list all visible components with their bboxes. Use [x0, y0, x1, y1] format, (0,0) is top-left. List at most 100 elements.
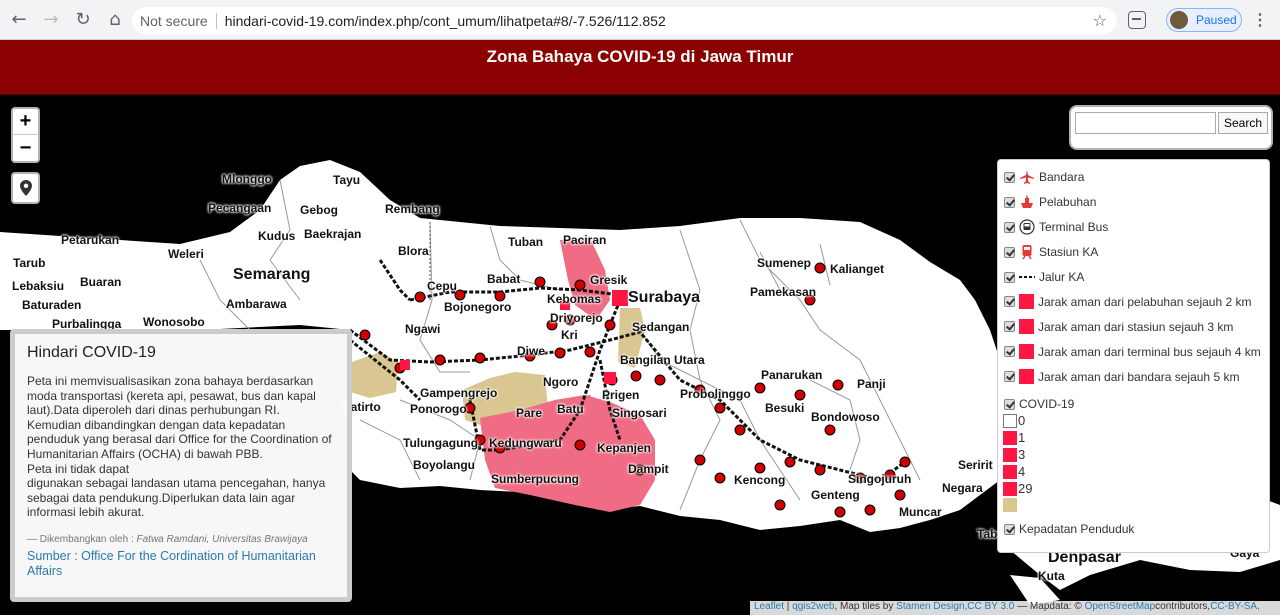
- layer-jarak-stasiun[interactable]: Jarak aman dari stasiun sejauh 3 km: [1004, 319, 1233, 334]
- attrib-sep: |: [784, 601, 793, 612]
- address-bar[interactable]: i Not secure hindari-covid-19.com/index.…: [132, 7, 1117, 358]
- city-label: Seririt: [958, 458, 993, 472]
- ship-icon: [1019, 194, 1035, 210]
- city-label: Pamekasan: [750, 285, 817, 299]
- search-button[interactable]: Search: [1218, 112, 1268, 134]
- city-label: Rembang: [385, 202, 440, 216]
- city-label: Pecangaan: [208, 201, 272, 215]
- layer-stasiun-ka[interactable]: Stasiun KA: [1004, 244, 1098, 260]
- layer-jalur-ka[interactable]: Jalur KA: [1004, 269, 1084, 285]
- train-icon: [1019, 244, 1035, 260]
- locate-button[interactable]: [11, 172, 40, 204]
- forward-arrow-icon[interactable]: →: [38, 7, 64, 33]
- layer-jarak-bandara[interactable]: Jarak aman dari bandara sejauh 5 km: [1004, 369, 1239, 384]
- city-label: Panji: [857, 377, 886, 391]
- city-label: Singojuruh: [848, 472, 912, 486]
- city-label: Kudus: [258, 229, 296, 243]
- ccbysa-link[interactable]: CC-BY-SA,: [1210, 601, 1260, 612]
- checkbox[interactable]: [1004, 171, 1015, 183]
- layer-jarak-terminal[interactable]: Jarak aman dari terminal bus sejauh 4 km: [1004, 344, 1261, 359]
- city-label: Weleri: [168, 247, 204, 261]
- city-label: Diwe: [517, 344, 546, 358]
- search-input[interactable]: [1075, 112, 1216, 134]
- city-label: Gampengrejo: [420, 386, 498, 400]
- avatar: [1170, 11, 1188, 29]
- city-label: Ponorogo: [410, 402, 467, 416]
- city-label: Tab: [977, 527, 998, 541]
- city-label: Semarang: [233, 266, 311, 283]
- legend-swatch: [1003, 498, 1017, 512]
- checkbox[interactable]: [1004, 321, 1015, 332]
- security-label: Not secure: [140, 12, 208, 29]
- checkbox[interactable]: [1004, 371, 1015, 382]
- covid-legend-item: 29: [1003, 481, 1032, 496]
- search-control: Search: [1069, 105, 1273, 150]
- menu-kebab-icon[interactable]: ⋮: [1252, 10, 1268, 30]
- layer-label: Bandara: [1039, 170, 1085, 184]
- city-label: Ambarawa: [226, 297, 287, 311]
- reload-icon[interactable]: ↻: [70, 7, 96, 33]
- checkbox[interactable]: [1004, 246, 1015, 258]
- profile-button[interactable]: Paused: [1166, 8, 1242, 32]
- layer-covid19[interactable]: COVID-19: [1004, 397, 1074, 411]
- qgis2web-link[interactable]: qgis2web: [792, 601, 834, 612]
- legend-swatch: [1003, 481, 1017, 496]
- checkbox[interactable]: [1004, 271, 1015, 283]
- city-label: Kepanjen: [597, 441, 652, 455]
- url-text[interactable]: hindari-covid-19.com/index.php/cont_umum…: [225, 13, 666, 29]
- covid-legend-item: 0: [1003, 413, 1025, 428]
- layer-bandara[interactable]: Bandara: [1004, 169, 1084, 185]
- city-label: Muncar: [899, 505, 942, 519]
- city-label: Baturaden: [22, 298, 82, 312]
- city-label: Kedungwaru: [489, 436, 562, 450]
- extension-icon[interactable]: [1128, 11, 1146, 29]
- city-label: Kencong: [734, 473, 786, 487]
- city-label: Kalianget: [830, 262, 885, 276]
- zoom-control: + −: [11, 107, 40, 163]
- checkbox[interactable]: [1004, 398, 1015, 410]
- city-label: Mlonggo: [222, 172, 272, 186]
- layer-control: Bandara Pelabuhan Terminal Bus Stasiun K…: [997, 159, 1270, 553]
- city-label: Surabaya: [628, 289, 701, 306]
- checkbox[interactable]: [1004, 221, 1015, 233]
- layer-jarak-pelabuhan[interactable]: Jarak aman dari pelabuhan sejauh 2 km: [1004, 294, 1251, 309]
- info-body-2: Peta ini tidak dapat: [27, 461, 130, 476]
- bus-icon: [1019, 219, 1035, 235]
- checkbox[interactable]: [1004, 196, 1015, 208]
- home-icon[interactable]: ⌂: [102, 7, 128, 33]
- city-label: Sumberpucung: [491, 472, 580, 486]
- source-link[interactable]: Sumber : Office For the Cordination of H…: [27, 549, 335, 579]
- city-label: Ngawi: [405, 322, 441, 336]
- layer-label: Jalur KA: [1039, 270, 1085, 284]
- city-label: Kebomas: [547, 292, 602, 306]
- checkbox[interactable]: [1004, 523, 1015, 535]
- city-label: Boyolangu: [413, 458, 475, 472]
- city-label: Tuban: [508, 235, 544, 249]
- bookmark-star-icon[interactable]: ☆: [1093, 11, 1107, 30]
- checkbox[interactable]: [1004, 346, 1015, 357]
- layer-terminal-bus[interactable]: Terminal Bus: [1004, 219, 1108, 235]
- layer-kepadatan-penduduk[interactable]: Kepadatan Penduduk: [1004, 522, 1134, 536]
- city-label: Gebog: [300, 203, 338, 217]
- zoom-out-button[interactable]: −: [13, 135, 38, 161]
- layer-label: Jarak aman dari terminal bus sejauh 4 km: [1038, 344, 1261, 359]
- city-label: Tarub: [13, 256, 46, 270]
- leaflet-link[interactable]: Leaflet: [754, 601, 784, 612]
- city-label: Singosari: [612, 406, 667, 420]
- airplane-icon: [1019, 169, 1035, 185]
- zoom-in-button[interactable]: +: [13, 109, 38, 135]
- city-label: Cepu: [427, 279, 457, 293]
- covid-legend-item: 3: [1003, 447, 1025, 462]
- checkbox[interactable]: [1004, 296, 1015, 307]
- attrib-text: contributors,: [1155, 601, 1211, 612]
- osm-link[interactable]: OpenStreetMap: [1085, 601, 1156, 612]
- layer-pelabuhan[interactable]: Pelabuhan: [1004, 194, 1096, 210]
- covid-legend-item: 1: [1003, 430, 1025, 445]
- browser-toolbar: ← → ↻ ⌂ i Not secure hindari-covid-19.co…: [0, 0, 1280, 358]
- back-arrow-icon[interactable]: ←: [6, 7, 32, 33]
- stamen-link[interactable]: Stamen Design: [896, 601, 964, 612]
- city-label: Lebaksiu: [12, 279, 65, 293]
- profile-status: Paused: [1196, 13, 1237, 27]
- city-label: Probolinggo: [680, 387, 751, 401]
- cc-link[interactable]: ,CC BY 3.0: [965, 601, 1015, 612]
